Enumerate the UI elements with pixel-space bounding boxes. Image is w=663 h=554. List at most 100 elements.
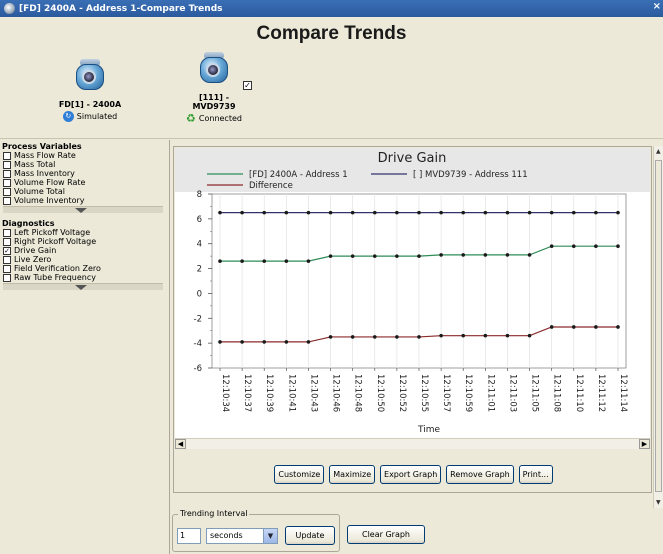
checkbox[interactable]	[3, 178, 11, 187]
scroll-up-icon[interactable]: ▲	[656, 148, 661, 155]
vertical-scrollbar[interactable]: ▲ ▼	[653, 146, 663, 508]
device-status-label: Simulated	[76, 112, 118, 121]
x-tick-label: 12:10:50	[375, 374, 385, 412]
checkbox[interactable]	[3, 169, 11, 178]
chart-title: Drive Gain	[378, 151, 447, 166]
checkbox[interactable]	[3, 151, 11, 160]
diagnostics-expander[interactable]	[3, 283, 163, 290]
maximize-button[interactable]: Maximize	[329, 465, 376, 484]
device-name: FD[1] - 2400A	[58, 100, 122, 109]
compare-device-checkbox[interactable]: ✓	[243, 81, 252, 90]
app-icon	[4, 3, 15, 14]
sidebar-item-field-verification-zero[interactable]: Field Verification Zero	[3, 264, 169, 273]
data-point	[306, 259, 311, 263]
clear-graph-button[interactable]: Clear Graph	[347, 525, 425, 544]
sidebar-item-label: Volume Total	[14, 187, 65, 196]
y-tick-label: 0	[197, 289, 202, 299]
device-card-2400a[interactable]: FD[1] - 2400A ↻ Simulated	[50, 58, 130, 122]
sidebar-item-raw-tube-frequency[interactable]: Raw Tube Frequency	[3, 273, 169, 282]
checkbox[interactable]	[3, 228, 11, 237]
data-point	[350, 254, 355, 258]
data-point	[505, 253, 510, 257]
data-point	[372, 210, 377, 215]
interval-unit-select[interactable]: seconds ▼	[206, 528, 278, 544]
customize-button[interactable]: Customize	[274, 465, 325, 484]
data-point	[350, 335, 355, 339]
x-tick-label: 12:11:01	[485, 374, 495, 412]
checkbox[interactable]	[3, 160, 11, 169]
legend-label: Difference	[249, 181, 293, 191]
print-button[interactable]: Print...	[518, 465, 553, 484]
sidebar-item-drive-gain[interactable]: ✓ Drive Gain	[3, 246, 169, 255]
x-tick-label: 12:10:41	[286, 374, 296, 412]
x-tick-label: 12:10:43	[308, 374, 318, 412]
x-axis-label: Time	[417, 425, 440, 435]
y-tick-label: -4	[194, 339, 202, 349]
variable-sidebar: Process Variables Mass Flow Rate Mass Tot…	[0, 140, 170, 554]
sidebar-item-mass-total[interactable]: Mass Total	[3, 160, 169, 169]
data-point	[262, 340, 267, 344]
sidebar-item-right-pickoff-voltage[interactable]: Right Pickoff Voltage	[3, 237, 169, 246]
process-variables-expander[interactable]	[3, 206, 163, 213]
data-point	[395, 254, 399, 258]
export-graph-button[interactable]: Export Graph	[380, 465, 442, 484]
remove-graph-button[interactable]: Remove Graph	[446, 465, 514, 484]
sidebar-item-label: Mass Inventory	[14, 169, 75, 178]
close-icon[interactable]: ×	[653, 1, 661, 12]
diagnostics-list: Left Pickoff Voltage Right Pickoff Voltag…	[0, 228, 169, 282]
sidebar-item-left-pickoff-voltage[interactable]: Left Pickoff Voltage	[3, 228, 169, 237]
device-name-line1: [111] -	[198, 93, 230, 102]
x-tick-label: 12:10:55	[419, 374, 429, 412]
x-tick-label: 12:10:48	[353, 374, 363, 412]
scrollbar-thumb[interactable]	[655, 160, 662, 492]
process-variables-list: Mass Flow Rate Mass Total Mass Inventory Vo…	[0, 151, 169, 205]
checkbox[interactable]	[3, 255, 11, 264]
scroll-left-icon[interactable]: ◀	[175, 439, 186, 449]
chevron-down-icon[interactable]: ▼	[263, 529, 277, 543]
process-variables-heading: Process Variables	[2, 142, 82, 151]
y-tick-label: 4	[197, 240, 202, 250]
checkbox[interactable]	[3, 264, 11, 273]
interval-value-input[interactable]: 1	[177, 528, 201, 544]
device-status: ♻ Connected	[180, 113, 248, 124]
y-tick-label: 2	[197, 265, 202, 275]
x-tick-label: 12:11:05	[530, 374, 540, 412]
data-point	[284, 210, 289, 215]
update-button[interactable]: Update	[285, 526, 335, 545]
sidebar-item-mass-inventory[interactable]: Mass Inventory	[3, 169, 169, 178]
page-title: Compare Trends	[256, 23, 407, 44]
sidebar-item-mass-flow-rate[interactable]: Mass Flow Rate	[3, 151, 169, 160]
checkbox[interactable]	[3, 237, 11, 246]
graph-toolbar: Customize Maximize Export Graph Remove G…	[174, 465, 653, 484]
data-point	[240, 259, 244, 263]
data-point	[461, 210, 466, 215]
device-card-mvd9739[interactable]: [111] - MVD9739 ♻ Connected	[180, 51, 248, 124]
data-point	[350, 210, 355, 215]
sidebar-item-label: Volume Flow Rate	[14, 178, 86, 187]
scroll-right-icon[interactable]: ▶	[639, 439, 650, 449]
chart-svg: Drive Gain [FD] 2400A - Address 1 [ ] MVD9…	[175, 148, 650, 435]
flowmeter-device-icon	[70, 58, 110, 96]
data-point	[461, 333, 466, 338]
horizontal-scrollbar[interactable]: ◀ ▶	[175, 438, 650, 449]
sidebar-item-volume-total[interactable]: Volume Total	[3, 187, 169, 196]
scroll-down-icon[interactable]: ▼	[656, 499, 661, 506]
diagnostics-heading: Diagnostics	[2, 219, 55, 228]
sidebar-item-volume-flow-rate[interactable]: Volume Flow Rate	[3, 178, 169, 187]
sidebar-item-live-zero[interactable]: Live Zero	[3, 255, 169, 264]
sidebar-item-label: Volume Inventory	[14, 196, 85, 205]
data-point	[549, 210, 554, 215]
data-point	[284, 259, 289, 263]
checkbox[interactable]	[3, 273, 11, 282]
checkbox[interactable]: ✓	[3, 246, 11, 255]
checkbox[interactable]	[3, 187, 11, 196]
data-point	[328, 254, 333, 258]
data-point	[328, 210, 333, 215]
checkbox[interactable]	[3, 196, 11, 205]
x-tick-label: 12:10:52	[397, 374, 407, 412]
device-status-label: Connected	[198, 114, 242, 123]
sidebar-item-volume-inventory[interactable]: Volume Inventory	[3, 196, 169, 205]
data-point	[616, 325, 620, 329]
legend-label: [ ] MVD9739 - Address 111	[413, 170, 528, 180]
window-title: [FD] 2400A - Address 1-Compare Trends	[19, 3, 223, 14]
